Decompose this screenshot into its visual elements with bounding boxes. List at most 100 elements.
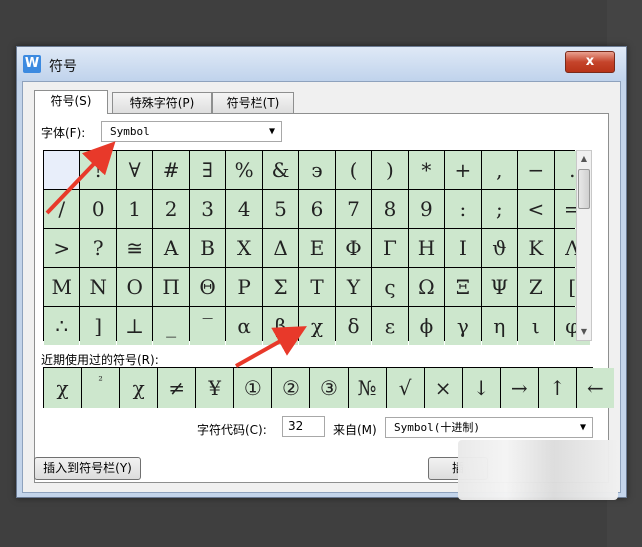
recent-symbol-cell[interactable]: ¥ — [196, 368, 234, 408]
symbol-cell[interactable]: + — [445, 151, 481, 189]
recent-symbol-cell[interactable]: ≠ — [158, 368, 196, 408]
symbol-cell[interactable]: Π — [153, 268, 189, 306]
recent-symbol-cell[interactable]: № — [348, 368, 386, 408]
symbol-cell[interactable]: Φ — [335, 229, 372, 267]
symbol-cell[interactable]: Ψ — [481, 268, 518, 306]
symbol-cell[interactable] — [44, 151, 80, 189]
symbol-cell[interactable]: 8 — [372, 190, 408, 228]
symbol-cell[interactable]: Ι — [445, 229, 481, 267]
symbol-cell[interactable]: Δ — [262, 229, 299, 267]
scroll-thumb[interactable] — [578, 169, 590, 209]
symbol-cell[interactable]: ) — [372, 151, 408, 189]
insert-to-symbol-bar-button[interactable]: 插入到符号栏(Y) — [34, 457, 141, 480]
recent-symbol-cell[interactable]: → — [500, 368, 538, 408]
font-select[interactable]: Symbol ▼ — [101, 121, 282, 142]
symbol-cell[interactable]: ‾ — [189, 307, 226, 345]
recent-symbol-cell[interactable]: ③ — [310, 368, 348, 408]
symbol-cell[interactable]: % — [226, 151, 262, 189]
symbol-cell[interactable]: δ — [335, 307, 372, 345]
close-button[interactable]: x — [565, 51, 615, 73]
tab-symbol-bar[interactable]: 符号栏(T) — [212, 92, 294, 113]
symbol-cell[interactable]: Ω — [408, 268, 445, 306]
symbol-cell[interactable]: ] — [80, 307, 116, 345]
symbol-cell[interactable]: ϑ — [481, 229, 518, 267]
symbol-cell[interactable]: χ — [299, 307, 335, 345]
symbol-cell[interactable]: ι — [518, 307, 554, 345]
symbol-cell[interactable]: / — [44, 190, 80, 228]
recent-symbol-cell[interactable]: χ — [120, 368, 158, 408]
font-label: 字体(F): — [41, 126, 86, 140]
symbol-cell[interactable]: Η — [408, 229, 445, 267]
symbol-cell[interactable]: γ — [445, 307, 481, 345]
symbol-cell[interactable]: _ — [153, 307, 189, 345]
symbol-cell[interactable]: − — [518, 151, 554, 189]
symbol-cell[interactable]: Μ — [44, 268, 80, 306]
tab-symbols[interactable]: 符号(S) — [34, 90, 108, 114]
symbol-cell[interactable]: ∀ — [116, 151, 153, 189]
symbol-cell[interactable]: ⊥ — [116, 307, 153, 345]
symbol-cell[interactable]: 2 — [153, 190, 189, 228]
recent-symbol-cell[interactable]: χ — [44, 368, 82, 408]
symbol-cell[interactable]: Ο — [116, 268, 153, 306]
symbol-cell[interactable]: Ρ — [226, 268, 262, 306]
symbol-cell[interactable]: β — [262, 307, 299, 345]
symbol-cell[interactable]: : — [445, 190, 481, 228]
recent-symbol-cell[interactable]: ↑ — [538, 368, 576, 408]
symbol-cell[interactable]: * — [408, 151, 445, 189]
symbol-cell[interactable]: Κ — [518, 229, 554, 267]
symbol-cell[interactable]: 6 — [299, 190, 335, 228]
symbol-cell[interactable]: 9 — [408, 190, 445, 228]
scroll-down-icon[interactable]: ▼ — [577, 324, 591, 340]
symbol-cell[interactable]: 5 — [262, 190, 299, 228]
symbol-cell[interactable]: < — [518, 190, 554, 228]
symbol-cell[interactable]: Γ — [372, 229, 408, 267]
symbol-grid-scrollbar[interactable]: ▲ ▼ — [576, 150, 592, 341]
recent-symbol-cell[interactable]: ← — [576, 368, 614, 408]
symbol-cell[interactable]: 4 — [226, 190, 262, 228]
symbol-cell[interactable]: Β — [189, 229, 226, 267]
recent-symbol-cell[interactable]: ① — [234, 368, 272, 408]
symbol-cell[interactable]: ( — [335, 151, 372, 189]
recent-symbol-cell[interactable]: × — [424, 368, 462, 408]
symbol-cell[interactable]: Ξ — [445, 268, 481, 306]
symbol-cell[interactable]: Σ — [262, 268, 299, 306]
symbol-cell[interactable]: ∃ — [189, 151, 226, 189]
recent-symbol-cell[interactable]: ↓ — [462, 368, 500, 408]
symbol-cell[interactable]: Ζ — [518, 268, 554, 306]
tab-special-chars[interactable]: 特殊字符(P) — [112, 92, 212, 113]
symbol-cell[interactable]: 1 — [116, 190, 153, 228]
symbol-cell[interactable]: 7 — [335, 190, 372, 228]
symbol-grid: ! ∀ # ∃% & ϶() * +, −./0 1 2 3 4 5 6 7 8 9:; < = >? ≅ Α Β Χ Δ Ε Φ Γ Η… — [43, 150, 591, 345]
from-select[interactable]: Symbol(十进制) ▼ — [385, 417, 593, 438]
symbol-cell[interactable]: ς — [372, 268, 408, 306]
symbol-cell[interactable]: Ν — [80, 268, 116, 306]
symbol-cell[interactable]: α — [226, 307, 262, 345]
title-bar[interactable]: W 符号 x — [17, 47, 626, 81]
symbol-cell[interactable]: 3 — [189, 190, 226, 228]
symbol-cell[interactable]: Ε — [299, 229, 335, 267]
symbol-cell[interactable]: , — [481, 151, 518, 189]
recent-symbol-cell[interactable]: ² — [82, 368, 120, 408]
symbol-cell[interactable]: ∴ — [44, 307, 80, 345]
symbol-cell[interactable]: ; — [481, 190, 518, 228]
symbol-cell[interactable]: Α — [153, 229, 189, 267]
symbol-cell[interactable]: > — [44, 229, 80, 267]
symbol-cell[interactable]: Τ — [299, 268, 335, 306]
symbol-cell[interactable]: Υ — [335, 268, 372, 306]
symbol-cell[interactable]: Θ — [189, 268, 226, 306]
symbol-cell[interactable]: ϶ — [299, 151, 335, 189]
symbol-cell[interactable]: ≅ — [116, 229, 153, 267]
recent-symbol-cell[interactable]: √ — [386, 368, 424, 408]
symbol-cell[interactable]: η — [481, 307, 518, 345]
symbol-cell[interactable]: 0 — [80, 190, 116, 228]
symbol-cell[interactable]: ? — [80, 229, 116, 267]
symbol-cell[interactable]: Χ — [226, 229, 262, 267]
symbol-cell[interactable]: ! — [80, 151, 116, 189]
symbol-cell[interactable]: ϕ — [408, 307, 445, 345]
symbol-cell[interactable]: & — [262, 151, 299, 189]
scroll-up-icon[interactable]: ▲ — [577, 151, 591, 167]
symbol-cell[interactable]: # — [153, 151, 189, 189]
recent-symbol-cell[interactable]: ② — [272, 368, 310, 408]
char-code-input[interactable]: 32 — [282, 416, 325, 437]
symbol-cell[interactable]: ε — [372, 307, 408, 345]
